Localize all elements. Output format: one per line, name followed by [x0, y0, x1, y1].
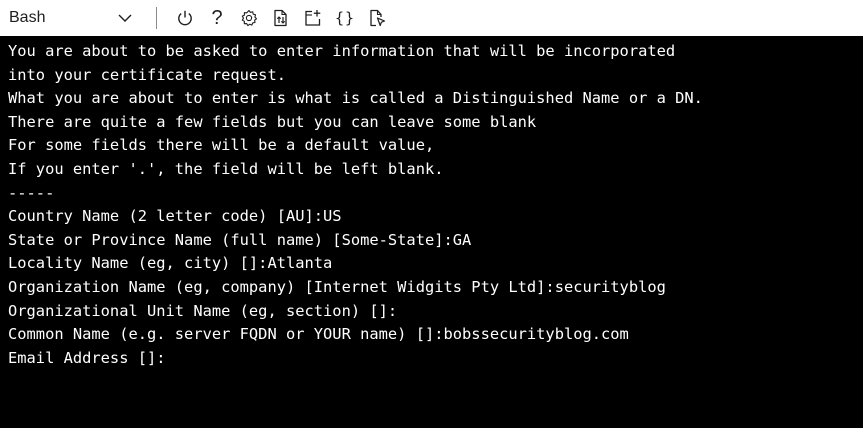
new-session-button[interactable] [297, 0, 329, 36]
web-preview-icon [368, 9, 386, 27]
terminal-line: What you are about to enter is what is c… [8, 89, 703, 108]
terminal-line: into your certificate request. [8, 65, 286, 84]
terminal-line: Organizational Unit Name (eg, section) [… [8, 301, 398, 320]
terminal-line: Common Name (e.g. server FQDN or YOUR na… [8, 325, 629, 344]
terminal-line: ----- [8, 183, 55, 202]
terminal-output[interactable]: You are about to be asked to enter infor… [0, 36, 863, 428]
settings-icon [240, 9, 258, 27]
terminal-line: Country Name (2 letter code) [AU]:US [8, 207, 342, 226]
help-icon: ? [211, 7, 223, 29]
help-button[interactable]: ? [201, 0, 233, 36]
terminal-line: Email Address []: [8, 348, 166, 367]
cloud-shell-toolbar: Bash ? {} [0, 0, 863, 36]
terminal-line: For some fields there will be a default … [8, 136, 435, 155]
terminal-line: Organization Name (eg, company) [Interne… [8, 277, 666, 296]
power-icon [176, 9, 194, 27]
upload-download-button[interactable] [265, 0, 297, 36]
editor-braces-icon: {} [334, 8, 356, 27]
terminal-line: There are quite a few fields but you can… [8, 112, 537, 131]
terminal-line: State or Province Name (full name) [Some… [8, 230, 472, 249]
open-editor-button[interactable]: {} [329, 0, 361, 36]
shell-type-selector[interactable]: Bash [0, 0, 152, 36]
new-session-icon [304, 9, 322, 27]
restart-button[interactable] [169, 0, 201, 36]
terminal-line: You are about to be asked to enter infor… [8, 42, 676, 60]
chevron-down-icon [117, 10, 133, 26]
shell-type-label: Bash [9, 9, 46, 26]
settings-button[interactable] [233, 0, 265, 36]
upload-download-icon [272, 9, 290, 27]
terminal-line: Locality Name (eg, city) []:Atlanta [8, 254, 333, 273]
toolbar-divider [156, 7, 157, 29]
web-preview-button[interactable] [361, 0, 393, 36]
terminal-line: If you enter '.', the field will be left… [8, 159, 444, 178]
